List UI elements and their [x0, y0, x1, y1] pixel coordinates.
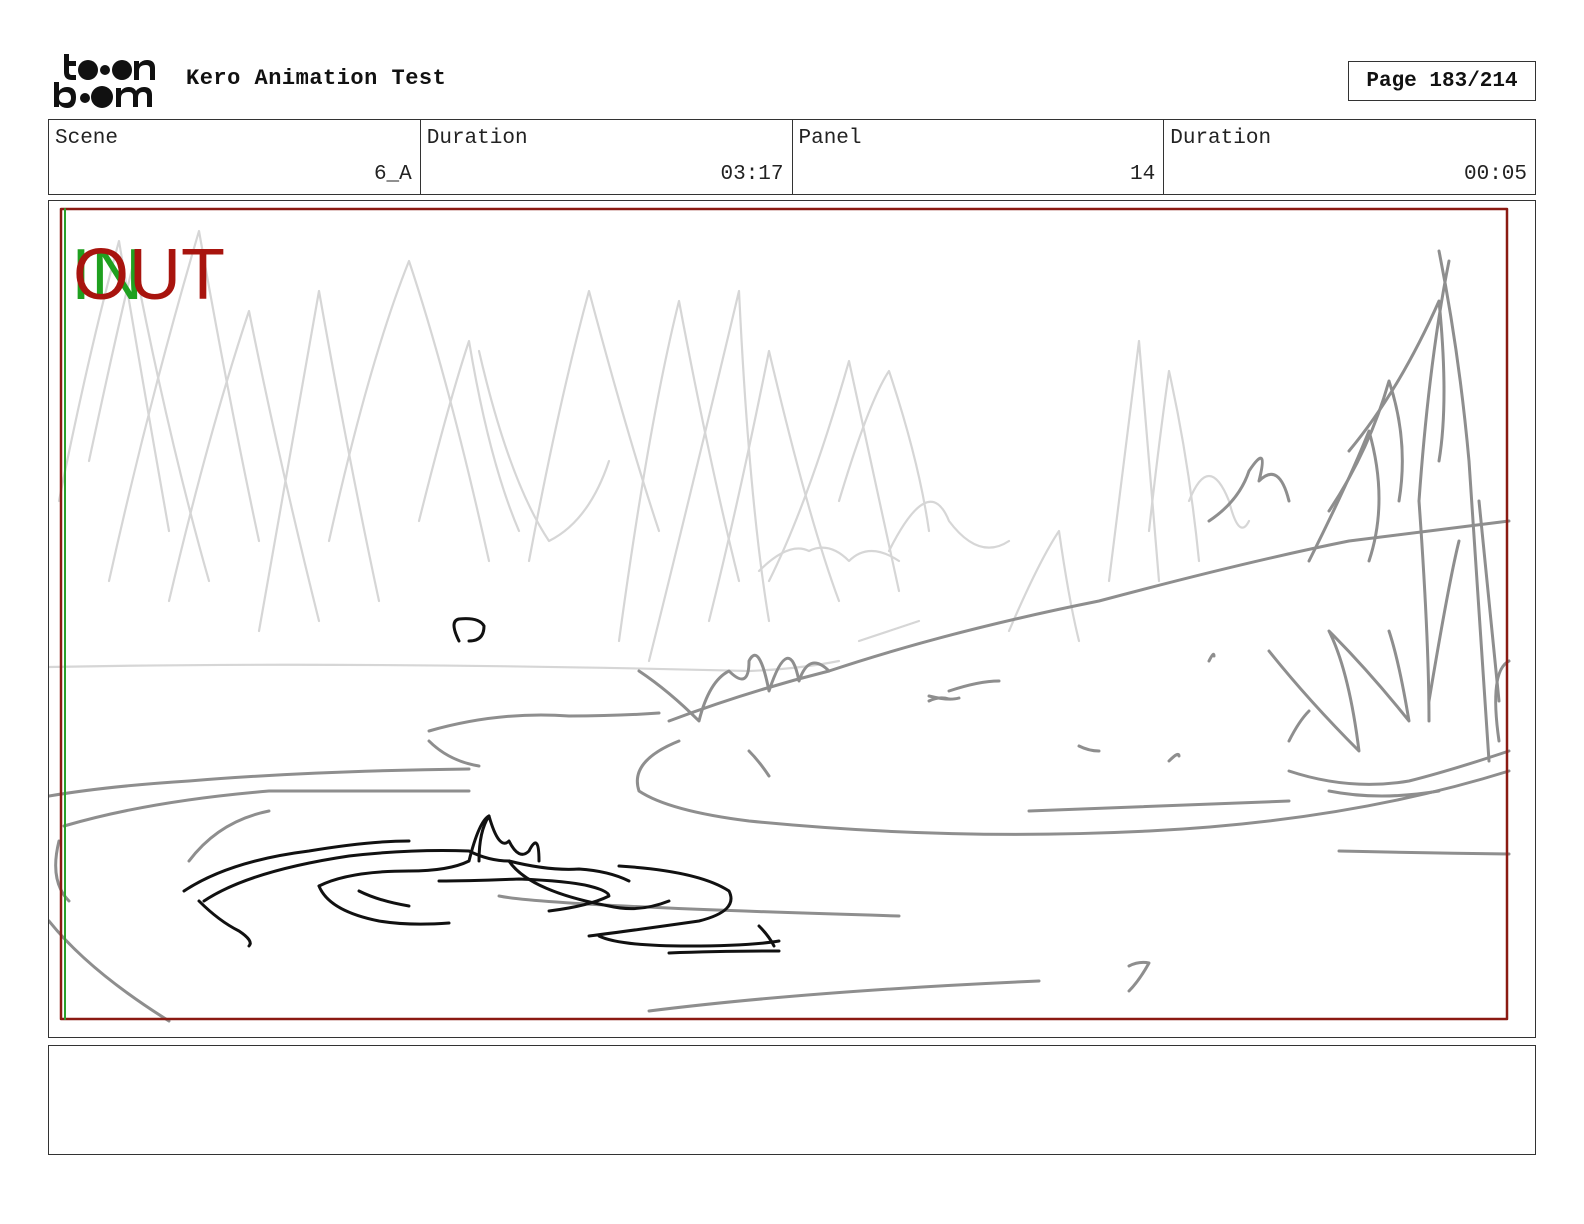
scene-duration-value: 03:17 — [720, 163, 784, 186]
panel-cell: Panel 14 — [793, 120, 1165, 194]
sketch-drawing: IN OUT — [49, 207, 1511, 1023]
project-title: Kero Animation Test — [186, 66, 447, 91]
panel-value: 14 — [1130, 163, 1156, 186]
panel-label: Panel — [798, 127, 862, 150]
foreground-sketch — [49, 249, 1511, 1023]
panel-duration-value: 00:05 — [1463, 163, 1527, 186]
background-trees-sketch — [49, 229, 1251, 673]
scene-cell: Scene 6_A — [49, 120, 421, 194]
scene-duration-label: Duration — [426, 127, 528, 150]
out-marker-label: OUT — [73, 235, 225, 315]
toon-boom-logo — [54, 54, 155, 108]
scene-label: Scene — [55, 127, 119, 150]
storyboard-panel: IN OUT — [48, 200, 1536, 1038]
panel-duration-cell: Duration 00:05 — [1164, 120, 1535, 194]
page-number: Page 183/214 — [1348, 61, 1536, 101]
panel-info-table: Scene 6_A Duration 03:17 Panel 14 Durati… — [48, 119, 1536, 195]
scene-duration-cell: Duration 03:17 — [421, 120, 793, 194]
notes-box — [48, 1045, 1536, 1155]
panel-duration-label: Duration — [1170, 127, 1272, 150]
scene-value: 6_A — [373, 163, 412, 186]
